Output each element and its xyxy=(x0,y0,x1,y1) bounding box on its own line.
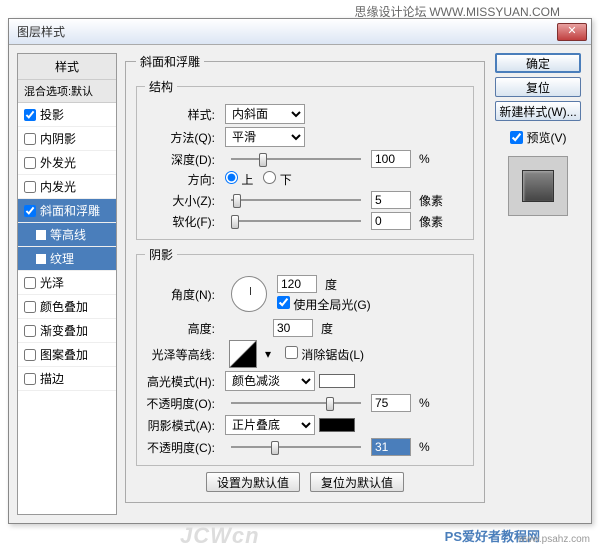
checkbox[interactable] xyxy=(24,301,36,313)
altitude-input[interactable] xyxy=(273,319,313,337)
contour-label: 光泽等高线: xyxy=(145,346,215,363)
sidebar-item-contour[interactable]: 等高线 xyxy=(18,223,116,247)
close-button[interactable]: ✕ xyxy=(557,23,587,41)
altitude-label: 高度: xyxy=(145,320,215,337)
shadow-opacity-label: 不透明度(C): xyxy=(145,439,215,456)
angle-label: 角度(N): xyxy=(145,286,215,303)
titlebar: 图层样式 ✕ xyxy=(9,19,591,45)
ok-button[interactable]: 确定 xyxy=(495,53,581,73)
sidebar-item-stroke[interactable]: 描边 xyxy=(18,367,116,391)
size-input[interactable] xyxy=(371,191,411,209)
sidebar-item-outerglow[interactable]: 外发光 xyxy=(18,151,116,175)
shadow-opacity-slider[interactable] xyxy=(231,439,361,455)
sidebar-item-bevel[interactable]: 斜面和浮雕 xyxy=(18,199,116,223)
sidebar-header[interactable]: 样式 xyxy=(18,54,116,80)
contour-picker[interactable] xyxy=(229,340,257,368)
checkbox[interactable] xyxy=(24,133,36,145)
footer-url: www.psahz.com xyxy=(518,534,590,545)
site-name: 思缘设计论坛 xyxy=(355,5,427,19)
soften-slider[interactable] xyxy=(231,213,361,229)
checkbox[interactable] xyxy=(24,325,36,337)
dir-down-radio[interactable]: 下 xyxy=(263,171,291,188)
checkbox[interactable] xyxy=(24,205,36,217)
bevel-fieldset: 斜面和浮雕 结构 样式:内斜面 方法(Q):平滑 深度(D):% 方向: 上 下… xyxy=(125,53,485,503)
checkbox[interactable] xyxy=(24,181,36,193)
site-url: WWW.MISSYUAN.COM xyxy=(429,5,560,19)
reset-default-button[interactable]: 复位为默认值 xyxy=(310,472,404,492)
technique-label: 方法(Q): xyxy=(145,129,215,146)
sub-icon xyxy=(36,254,46,264)
highlight-mode-select[interactable]: 颜色减淡 xyxy=(225,371,315,391)
style-select[interactable]: 内斜面 xyxy=(225,104,305,124)
checkbox[interactable] xyxy=(24,157,36,169)
depth-slider[interactable] xyxy=(231,151,361,167)
sidebar-item-dropshadow[interactable]: 投影 xyxy=(18,103,116,127)
main-panel: 斜面和浮雕 结构 样式:内斜面 方法(Q):平滑 深度(D):% 方向: 上 下… xyxy=(125,53,485,515)
direction-label: 方向: xyxy=(145,171,215,188)
shadow-opacity-input[interactable] xyxy=(371,438,411,456)
sidebar-item-gradientoverlay[interactable]: 渐变叠加 xyxy=(18,319,116,343)
depth-label: 深度(D): xyxy=(145,151,215,168)
sidebar-item-texture[interactable]: 纹理 xyxy=(18,247,116,271)
watermark: JCWcn xyxy=(180,523,260,549)
highlight-mode-label: 高光模式(H): xyxy=(145,373,215,390)
right-panel: 确定 复位 新建样式(W)... 预览(V) xyxy=(493,53,583,515)
size-slider[interactable] xyxy=(231,192,361,208)
styles-sidebar: 样式 混合选项:默认 投影 内阴影 外发光 内发光 斜面和浮雕 等高线 纹理 光… xyxy=(17,53,117,515)
highlight-opacity-slider[interactable] xyxy=(231,395,361,411)
depth-input[interactable] xyxy=(371,150,411,168)
soften-input[interactable] xyxy=(371,212,411,230)
sidebar-item-patternoverlay[interactable]: 图案叠加 xyxy=(18,343,116,367)
sidebar-item-innershadow[interactable]: 内阴影 xyxy=(18,127,116,151)
soften-label: 软化(F): xyxy=(145,213,215,230)
highlight-opacity-input[interactable] xyxy=(371,394,411,412)
structure-legend: 结构 xyxy=(145,78,177,95)
main-legend: 斜面和浮雕 xyxy=(136,53,204,70)
layer-style-dialog: 图层样式 ✕ 样式 混合选项:默认 投影 内阴影 外发光 内发光 斜面和浮雕 等… xyxy=(8,18,592,524)
global-light-check[interactable]: 使用全局光(G) xyxy=(277,296,371,313)
size-label: 大小(Z): xyxy=(145,192,215,209)
shading-legend: 阴影 xyxy=(145,246,177,263)
preview-box xyxy=(508,156,568,216)
cancel-button[interactable]: 复位 xyxy=(495,77,581,97)
dir-up-radio[interactable]: 上 xyxy=(225,171,253,188)
sidebar-item-satin[interactable]: 光泽 xyxy=(18,271,116,295)
dialog-title: 图层样式 xyxy=(13,23,557,40)
sidebar-item-innerglow[interactable]: 内发光 xyxy=(18,175,116,199)
shadow-mode-select[interactable]: 正片叠底 xyxy=(225,415,315,435)
shadow-mode-label: 阴影模式(A): xyxy=(145,417,215,434)
new-style-button[interactable]: 新建样式(W)... xyxy=(495,101,581,121)
structure-fieldset: 结构 样式:内斜面 方法(Q):平滑 深度(D):% 方向: 上 下 大小(Z)… xyxy=(136,78,474,240)
checkbox[interactable] xyxy=(24,109,36,121)
preview-swatch xyxy=(522,170,554,202)
checkbox[interactable] xyxy=(24,373,36,385)
blend-options-item[interactable]: 混合选项:默认 xyxy=(18,80,116,103)
shadow-color[interactable] xyxy=(319,418,355,432)
antialias-check[interactable]: 消除锯齿(L) xyxy=(285,346,364,363)
checkbox[interactable] xyxy=(24,349,36,361)
sidebar-item-coloroverlay[interactable]: 颜色叠加 xyxy=(18,295,116,319)
angle-dial[interactable] xyxy=(231,276,267,312)
style-label: 样式: xyxy=(145,106,215,123)
checkbox[interactable] xyxy=(24,277,36,289)
highlight-opacity-label: 不透明度(O): xyxy=(145,395,215,412)
highlight-color[interactable] xyxy=(319,374,355,388)
set-default-button[interactable]: 设置为默认值 xyxy=(206,472,300,492)
shading-fieldset: 阴影 角度(N):度 使用全局光(G) 高度:度 光泽等高线:▾ 消除锯齿(L)… xyxy=(136,246,474,466)
technique-select[interactable]: 平滑 xyxy=(225,127,305,147)
sub-icon xyxy=(36,230,46,240)
preview-checkbox[interactable]: 预览(V) xyxy=(510,129,567,146)
contour-dropdown-icon[interactable]: ▾ xyxy=(265,347,271,361)
angle-input[interactable] xyxy=(277,275,317,293)
